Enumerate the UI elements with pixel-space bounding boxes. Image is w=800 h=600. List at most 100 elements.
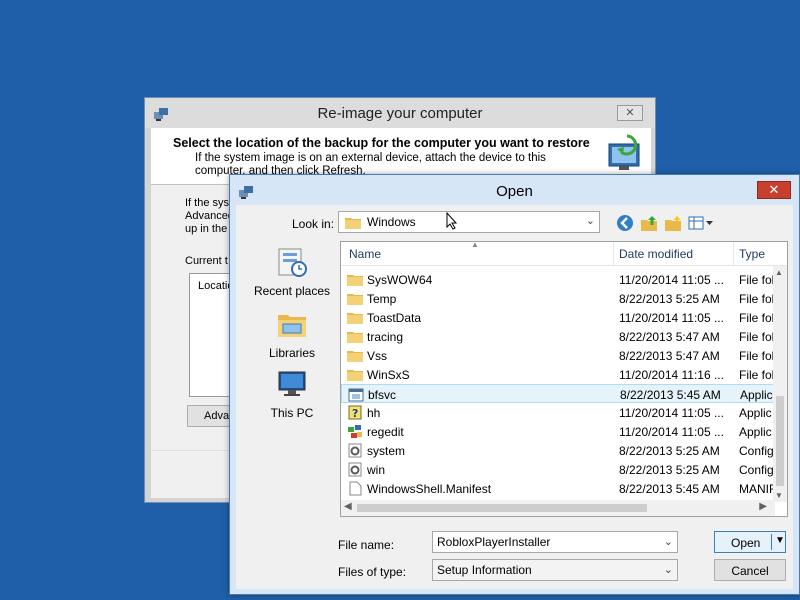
place-label: Libraries: [268, 346, 316, 360]
look-in-combobox[interactable]: Windows ⌄: [338, 211, 600, 233]
vertical-scrollbar[interactable]: ▲ ▼: [773, 266, 787, 502]
file-name: ToastData: [367, 311, 422, 325]
file-row[interactable]: regedit 11/20/2014 11:05 ... Applic: [341, 422, 775, 441]
file-date-modified: 11/20/2014 11:05 ...: [619, 273, 724, 287]
file-type: Applic: [739, 406, 772, 420]
open-button[interactable]: Open ▼: [714, 531, 786, 553]
file-type: File fol: [739, 349, 775, 363]
scroll-left-icon[interactable]: ◀: [344, 501, 352, 512]
file-type: File fol: [739, 273, 775, 287]
place-libraries[interactable]: Libraries: [244, 307, 340, 360]
file-row[interactable]: Temp 8/22/2013 5:25 AM File fol: [341, 289, 775, 308]
vertical-scroll-thumb[interactable]: [776, 396, 784, 486]
up-folder-icon[interactable]: [640, 214, 658, 232]
look-in-value: Windows: [367, 215, 416, 229]
file-date-modified: 11/20/2014 11:05 ...: [619, 406, 724, 420]
folder-icon: [345, 218, 361, 229]
open-dialog-titlebar[interactable]: Open ✕: [230, 175, 799, 205]
file-date-modified: 8/22/2013 5:25 AM: [619, 292, 720, 306]
column-header-name[interactable]: Name: [349, 247, 381, 261]
file-type: Applic: [739, 425, 772, 439]
place-label: Recent places: [253, 284, 331, 298]
file-date-modified: 11/20/2014 11:16 ...: [619, 368, 724, 382]
cancel-button[interactable]: Cancel: [714, 559, 786, 581]
place-this-pc[interactable]: This PC: [244, 367, 340, 420]
back-arrow-icon[interactable]: [616, 214, 634, 232]
svg-text:?: ?: [352, 407, 358, 420]
split-divider: [771, 534, 772, 550]
column-separator[interactable]: [733, 242, 734, 266]
file-row[interactable]: system 8/22/2013 5:25 AM Config: [341, 441, 775, 460]
current-time-zone-label: Current t: [185, 255, 228, 267]
file-name-label: File name:: [338, 538, 395, 552]
file-type: File fol: [739, 311, 775, 325]
file-type: MANIF: [739, 482, 775, 496]
files-of-type-value: Setup Information: [437, 563, 532, 577]
open-dialog-close-button[interactable]: ✕: [757, 181, 791, 199]
reimage-titlebar[interactable]: Re-image your computer ✕: [145, 98, 655, 128]
horizontal-scroll-thumb[interactable]: [357, 504, 647, 512]
file-row[interactable]: WinSxS 11/20/2014 11:16 ... File fol: [341, 365, 775, 384]
scroll-up-icon[interactable]: ▲: [775, 268, 783, 277]
file-name-input[interactable]: RobloxPlayerInstaller ⌄: [432, 531, 678, 553]
column-separator[interactable]: [613, 242, 614, 266]
file-name: bfsvc: [368, 388, 397, 402]
places-bar: Recent places Libraries This PC: [244, 241, 340, 513]
file-name: WinSxS: [367, 368, 410, 382]
reimage-close-button[interactable]: ✕: [617, 105, 643, 121]
file-row[interactable]: tracing 8/22/2013 5:47 AM File fol: [341, 327, 775, 346]
column-header-type[interactable]: Type: [739, 247, 765, 261]
open-button-label: Open: [731, 536, 761, 550]
file-name: hh: [367, 406, 381, 420]
new-folder-icon[interactable]: [664, 214, 682, 232]
view-menu-icon[interactable]: [688, 214, 714, 232]
regedit-icon: [348, 425, 362, 438]
mouse-cursor-icon: [446, 212, 458, 230]
chevron-down-icon[interactable]: ⌄: [664, 563, 673, 576]
file-date-modified: 8/22/2013 5:25 AM: [619, 463, 720, 477]
file-row[interactable]: ? hh 11/20/2014 11:05 ... Applic: [341, 403, 775, 422]
file-name: Temp: [367, 292, 397, 306]
file-type: Config: [739, 444, 774, 458]
this-pc-icon: [278, 371, 306, 396]
file-row[interactable]: WindowsShell.Manifest 8/22/2013 5:45 AM MA…: [341, 479, 775, 498]
file-date-modified: 8/22/2013 5:45 AM: [620, 388, 721, 402]
files-of-type-select[interactable]: Setup Information ⌄: [432, 559, 678, 581]
file-name: system: [367, 444, 406, 458]
folder-icon: [347, 351, 363, 362]
file-date-modified: 11/20/2014 11:05 ...: [619, 311, 724, 325]
file-type: Config: [739, 463, 774, 477]
chevron-down-icon[interactable]: ⌄: [664, 535, 673, 548]
scroll-right-icon[interactable]: ▶: [759, 501, 767, 512]
file-date-modified: 8/22/2013 5:45 AM: [619, 482, 720, 496]
column-header-date-modified[interactable]: Date modified: [619, 247, 693, 261]
file-name: win: [367, 463, 386, 477]
chevron-down-icon[interactable]: ⌄: [586, 214, 595, 227]
navigation-toolbar: [616, 213, 714, 233]
file-row[interactable]: ToastData 11/20/2014 11:05 ... File fol: [341, 308, 775, 327]
file-type: File fol: [739, 330, 775, 344]
reimage-header-title: Select the location of the backup for th…: [173, 136, 590, 150]
file-type: File fol: [739, 368, 775, 382]
file-name: SysWOW64: [367, 273, 433, 287]
horizontal-scrollbar[interactable]: ◀ ▶: [341, 500, 775, 516]
open-options-dropdown-icon[interactable]: ▼: [775, 535, 785, 546]
file-row[interactable]: Vss 8/22/2013 5:47 AM File fol: [341, 346, 775, 365]
scroll-down-icon[interactable]: ▼: [775, 491, 783, 500]
file-type: File fol: [739, 292, 775, 306]
sort-ascending-icon: ▲: [471, 241, 479, 249]
config-icon: [348, 443, 362, 458]
file-list[interactable]: ▲ Name Date modified Type SysWOW64 11/20/…: [340, 241, 788, 517]
files-of-type-label: Files of type:: [338, 565, 407, 579]
folder-icon: [347, 294, 363, 305]
file-row[interactable]: SysWOW64 11/20/2014 11:05 ... File fol: [341, 270, 775, 289]
open-dialog-title: Open: [496, 183, 533, 200]
file-rows: SysWOW64 11/20/2014 11:05 ... File fol Temp…: [341, 270, 775, 498]
file-row[interactable]: win 8/22/2013 5:25 AM Config: [341, 460, 775, 479]
file-list-header: ▲ Name Date modified Type: [341, 241, 787, 266]
folder-icon: [347, 275, 363, 286]
place-recent-places[interactable]: Recent places: [244, 245, 340, 298]
restore-computer-icon: [608, 134, 640, 170]
file-row[interactable]: bfsvc 8/22/2013 5:45 AM Applic: [341, 384, 775, 403]
libraries-icon: [278, 315, 306, 337]
